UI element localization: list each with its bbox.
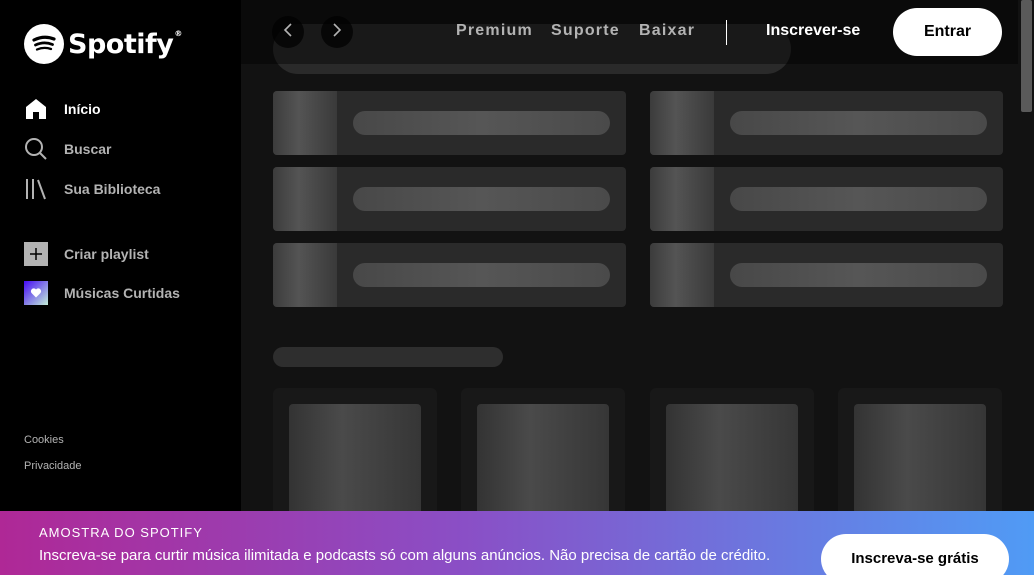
skeleton-tile <box>273 388 437 536</box>
skeleton-card <box>273 91 626 155</box>
privacy-link[interactable]: Privacidade <box>24 460 81 472</box>
skeleton-card <box>650 167 1003 231</box>
home-icon <box>24 97 48 121</box>
chevron-left-icon <box>280 22 296 43</box>
create-playlist-label: Criar playlist <box>64 246 149 262</box>
heart-icon <box>24 281 48 305</box>
spotify-logo[interactable]: Spotify® <box>24 24 182 64</box>
main-content: Premium Suporte Baixar Inscrever-se Entr… <box>241 0 1018 575</box>
chevron-right-icon <box>329 22 345 43</box>
nav-label: Sua Biblioteca <box>64 181 161 197</box>
cookies-link[interactable]: Cookies <box>24 434 64 446</box>
liked-songs-button[interactable]: Músicas Curtidas <box>24 279 180 307</box>
nav-item-library[interactable]: Sua Biblioteca <box>24 175 160 203</box>
download-link[interactable]: Baixar <box>639 22 695 40</box>
nav-item-search[interactable]: Buscar <box>24 135 111 163</box>
sidebar: Spotify® Início Buscar Sua Biblioteca Cr… <box>0 0 241 575</box>
premium-link[interactable]: Premium <box>456 22 533 40</box>
skeleton-tile <box>461 388 625 536</box>
back-button[interactable] <box>272 16 304 48</box>
create-playlist-button[interactable]: Criar playlist <box>24 240 149 268</box>
signup-free-button[interactable]: Inscreva-se grátis <box>821 534 1009 575</box>
top-bar: Premium Suporte Baixar Inscrever-se Entr… <box>241 0 1018 64</box>
forward-button[interactable] <box>321 16 353 48</box>
skeleton-card <box>650 91 1003 155</box>
library-icon <box>24 177 48 201</box>
banner-text: Inscreva-se para curtir música ilimitada… <box>39 547 771 564</box>
nav-label: Início <box>64 101 101 117</box>
nav-item-home[interactable]: Início <box>24 95 101 123</box>
scrollbar-thumb[interactable] <box>1021 0 1032 112</box>
support-link[interactable]: Suporte <box>551 22 620 40</box>
liked-songs-label: Músicas Curtidas <box>64 285 180 301</box>
skeleton-tile <box>838 388 1002 536</box>
spotify-wordmark: Spotify® <box>68 28 182 60</box>
preview-banner[interactable]: AMOSTRA DO SPOTIFY Inscreva-se para curt… <box>0 511 1034 575</box>
nav-label: Buscar <box>64 141 112 157</box>
signup-link[interactable]: Inscrever-se <box>766 22 860 40</box>
skeleton-card <box>273 243 626 307</box>
skeleton-tile <box>650 388 814 536</box>
login-button[interactable]: Entrar <box>893 8 1002 56</box>
skeleton-card <box>650 243 1003 307</box>
search-icon <box>24 137 48 161</box>
plus-icon <box>24 242 48 266</box>
divider <box>726 20 727 45</box>
skeleton-card <box>273 167 626 231</box>
spotify-logo-icon <box>24 24 64 64</box>
banner-label: AMOSTRA DO SPOTIFY <box>39 525 203 540</box>
skeleton-heading <box>273 347 503 367</box>
